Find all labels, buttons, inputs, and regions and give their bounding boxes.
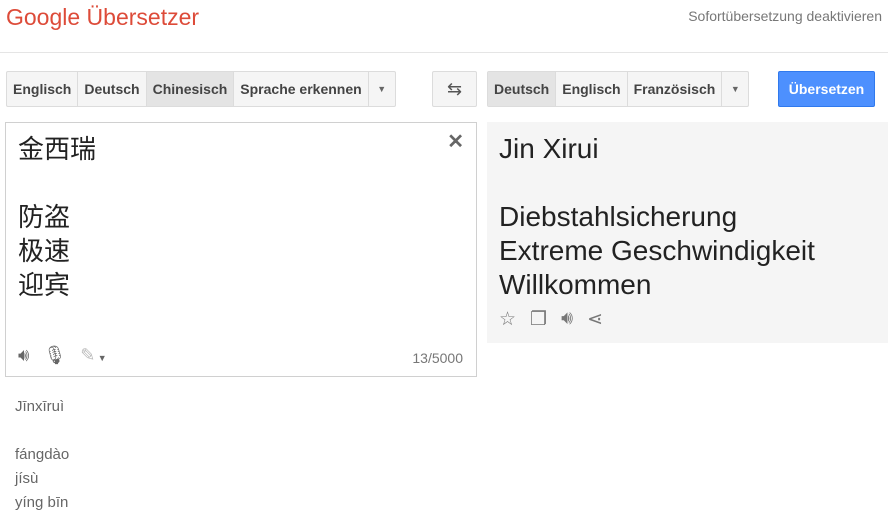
source-textarea[interactable]: 金西瑞 防盗 极速 迎宾 ✕ 🔊︎ 🎙︎ ✎ ▼ 13/5000: [5, 122, 477, 377]
target-language-bar: Deutsch Englisch Französisch ▼: [487, 71, 750, 107]
transliteration: Jīnxīruì fángdào jísù yíng bīn: [15, 398, 70, 511]
source-text[interactable]: 金西瑞 防盗 极速 迎宾: [18, 133, 96, 303]
star-icon[interactable]: ☆: [499, 308, 516, 331]
clear-icon[interactable]: ✕: [447, 129, 464, 154]
source-lang-dropdown[interactable]: ▼: [369, 72, 395, 106]
source-language-bar: Englisch Deutsch Chinesisch Sprache erke…: [6, 71, 396, 107]
pencil-icon[interactable]: ✎ ▼: [80, 345, 107, 366]
logo[interactable]: Google Übersetzer: [6, 4, 199, 31]
speaker-icon[interactable]: 🔊︎: [18, 345, 29, 366]
microphone-icon[interactable]: 🎙︎: [43, 345, 66, 366]
share-icon[interactable]: ⋖: [587, 308, 603, 331]
source-lang-englisch[interactable]: Englisch: [7, 72, 79, 106]
translation-text: Jin Xirui Diebstahlsicherung Extreme Ges…: [499, 133, 815, 300]
swap-icon: ⇆: [446, 78, 463, 99]
copy-icon[interactable]: ❐: [530, 308, 547, 331]
translate-button[interactable]: Übersetzen: [778, 71, 875, 107]
char-count: 13/5000: [412, 350, 463, 366]
target-lang-englisch[interactable]: Englisch: [556, 72, 628, 106]
swap-languages-button[interactable]: ⇆: [432, 71, 477, 107]
divider: [0, 52, 888, 53]
translation-output: Jin Xirui Diebstahlsicherung Extreme Ges…: [487, 122, 888, 343]
source-lang-deutsch[interactable]: Deutsch: [78, 72, 147, 106]
target-lang-deutsch[interactable]: Deutsch: [488, 72, 557, 106]
instant-translation-toggle[interactable]: Sofortübersetzung deaktivieren: [688, 8, 882, 24]
target-lang-franzoesisch[interactable]: Französisch: [628, 72, 723, 106]
source-lang-chinesisch[interactable]: Chinesisch: [146, 72, 235, 106]
speaker-icon[interactable]: 🔊︎: [561, 308, 573, 331]
source-lang-detect[interactable]: Sprache erkennen: [234, 72, 369, 106]
target-lang-dropdown[interactable]: ▼: [722, 72, 748, 106]
